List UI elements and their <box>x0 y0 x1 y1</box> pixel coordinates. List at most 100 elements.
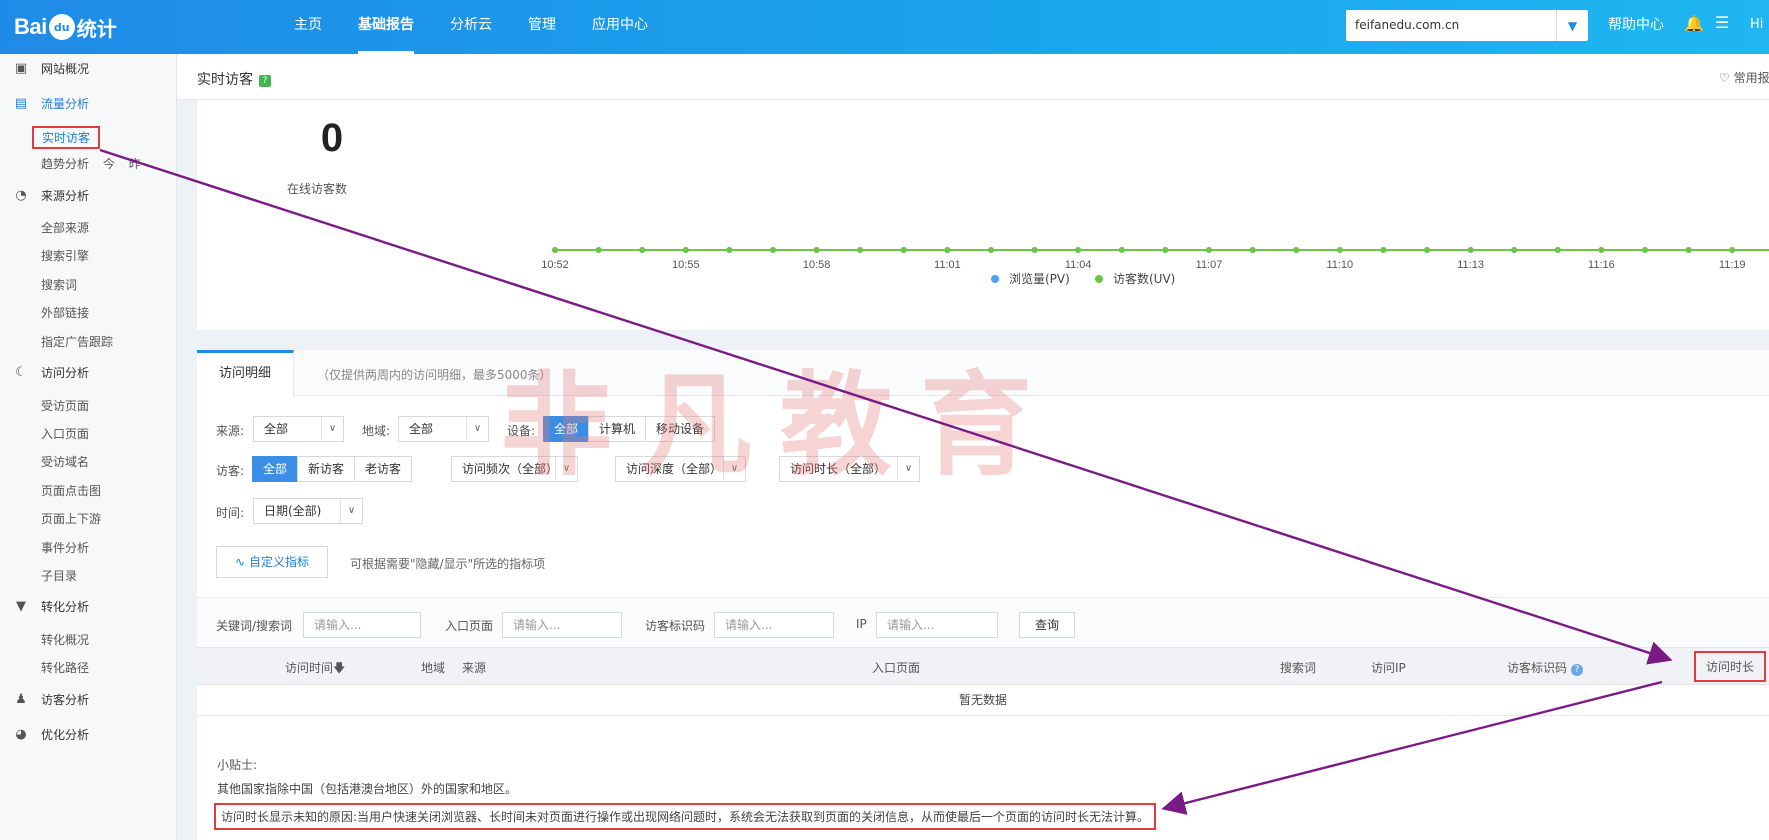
nav-basic-report[interactable]: 基础报告 <box>340 0 432 54</box>
baidu-tongji-logo[interactable]: Bai du 统计 <box>14 10 117 44</box>
sidebar-group-source[interactable]: ◔ 来源分析 <box>14 187 89 204</box>
nav-app-center[interactable]: 应用中心 <box>574 0 666 54</box>
legend-marker-1 <box>1095 275 1103 283</box>
sidebar-group-site-overview[interactable]: ▣ 网站概况 <box>14 60 89 77</box>
data-point-1 <box>1162 247 1169 253</box>
filter-depth-select[interactable]: 访问深度（全部） ∨ <box>615 456 746 482</box>
sidebar-item-conversion-overview[interactable]: 转化概况 <box>41 631 89 648</box>
chevron-down-icon[interactable]: ▼ <box>1556 10 1588 41</box>
sidebar-group-traffic[interactable]: ▤ 流量分析 <box>14 95 89 112</box>
select-value: 访问时长（全部） <box>790 462 887 476</box>
filter-source-label: 来源: <box>216 424 245 438</box>
col-label: 访问时间 <box>285 661 334 675</box>
sidebar-group-visit[interactable]: ☾ 访问分析 <box>14 364 89 381</box>
query-button[interactable]: 查询 <box>1019 612 1075 638</box>
filter-time-label: 时间: <box>216 506 245 520</box>
sidebar-item-page-flow[interactable]: 页面上下游 <box>41 510 101 527</box>
filter-time-select[interactable]: 日期(全部) ∨ <box>253 498 363 524</box>
sidebar-item-search-engine[interactable]: 搜索引擎 <box>41 247 89 264</box>
data-point-1 <box>552 247 558 253</box>
sidebar-item-conversion-path[interactable]: 转化路径 <box>41 659 89 676</box>
page-header: 实时访客? ♡ 常用报 <box>177 54 1769 100</box>
data-point-1 <box>988 247 994 253</box>
sidebar-item-search-terms[interactable]: 搜索词 <box>41 276 77 293</box>
x-tick-label: 11:13 <box>1457 259 1484 271</box>
filter-frequency-select[interactable]: 访问频次（全部） ∨ <box>451 456 578 482</box>
sidebar-group-optimize[interactable]: ◕ 优化分析 <box>14 726 89 743</box>
funnel-icon: ▼ <box>16 599 26 614</box>
visitor-new-button[interactable]: 新访客 <box>297 456 356 482</box>
nav-home[interactable]: 主页 <box>276 0 340 54</box>
filter-duration-select[interactable]: 访问时长（全部） ∨ <box>779 456 920 482</box>
sidebar-item-click-map[interactable]: 页面点击图 <box>41 482 101 499</box>
data-point-1 <box>770 247 776 253</box>
bell-icon[interactable]: 🔔 <box>1684 14 1704 33</box>
filter-region-select[interactable]: 全部 ∨ <box>398 416 489 442</box>
sidebar-item-entry-pages[interactable]: 入口页面 <box>41 425 89 442</box>
page-title-text: 实时访客 <box>197 72 253 88</box>
visitor-id-input[interactable]: 请输入... <box>714 612 834 638</box>
data-point-1 <box>857 247 864 253</box>
device-all-button[interactable]: 全部 <box>543 416 590 442</box>
search-bar: 关键词/搜索词 请输入... 入口页面 请输入... 访客标识码 请输入... … <box>197 597 1769 647</box>
trend-today-link[interactable]: 今 <box>103 157 115 171</box>
sidebar-item-subdirectory[interactable]: 子目录 <box>41 567 77 584</box>
select-value: 日期(全部) <box>264 504 322 518</box>
data-point-1 <box>1380 247 1387 253</box>
ip-input[interactable]: 请输入... <box>876 612 998 638</box>
sidebar-item-ad-tracking[interactable]: 指定广告跟踪 <box>41 333 113 350</box>
keyword-label: 关键词/搜索词 <box>216 619 293 633</box>
online-visitor-count: 0 <box>320 116 344 160</box>
paw-icon: du <box>48 14 75 40</box>
list-icon[interactable]: ☰ <box>1715 13 1729 32</box>
sidebar-group-visitor[interactable]: ♟ 访客分析 <box>14 691 89 708</box>
user-greeting[interactable]: Hi <box>1750 0 1763 50</box>
data-point-1 <box>1554 247 1561 253</box>
data-point-1 <box>1424 247 1430 253</box>
device-mobile-button[interactable]: 移动设备 <box>645 416 716 442</box>
chevron-down-icon: ∨ <box>897 457 919 481</box>
help-center-link[interactable]: 帮助中心 <box>1608 0 1664 50</box>
data-point-1 <box>1642 247 1648 253</box>
favorite-report-link[interactable]: ♡ 常用报 <box>1719 69 1769 86</box>
sidebar-item-external-links[interactable]: 外部链接 <box>41 304 89 321</box>
col-region: 地域 <box>421 661 446 675</box>
tab-visit-detail[interactable]: 访问明细 <box>197 350 294 397</box>
select-value: 访问深度（全部） <box>626 462 723 476</box>
col-visit-duration[interactable]: 访问时长 <box>1694 651 1767 682</box>
entry-page-input[interactable]: 请输入... <box>502 612 622 638</box>
x-tick-label: 11:19 <box>1719 259 1746 271</box>
sidebar-group-label: 访客分析 <box>41 693 90 707</box>
site-select[interactable]: feifanedu.com.cn ▼ <box>1346 10 1588 41</box>
trend-yesterday-link[interactable]: 昨 <box>129 157 141 171</box>
help-badge-icon[interactable]: ? <box>259 75 271 87</box>
tips-line-region: 其他国家指除中国（包括港澳台地区）外的国家和地区。 <box>217 782 518 796</box>
sidebar-item-all-sources[interactable]: 全部来源 <box>41 219 89 236</box>
visit-detail-panel: 访问明细 （仅提供两周内的访问明细，最多5000条） 来源: 全部 ∨ 地域: 全… <box>197 350 1769 840</box>
sidebar-item-realtime[interactable]: 实时访客 <box>32 126 101 149</box>
keyword-input[interactable]: 请输入... <box>303 612 421 638</box>
sidebar-item-visited-domains[interactable]: 受访域名 <box>41 453 89 470</box>
chevron-down-icon: ∨ <box>555 457 577 481</box>
custom-metrics-note: 可根据需要"隐藏/显示"所选的指标项 <box>350 557 546 571</box>
filter-source-select[interactable]: 全部 ∨ <box>253 416 344 442</box>
chevron-down-icon: ∨ <box>723 457 745 481</box>
nav-analytics-cloud[interactable]: 分析云 <box>432 0 510 54</box>
question-icon[interactable]: ? <box>1571 664 1584 676</box>
custom-metrics-button[interactable]: ∿ 自定义指标 <box>216 546 328 578</box>
logo-cn-text: 统计 <box>76 16 117 41</box>
data-point-1 <box>1685 247 1692 253</box>
sidebar-item-events[interactable]: 事件分析 <box>41 539 89 556</box>
tab-note: （仅提供两周内的访问明细，最多5000条） <box>317 368 552 382</box>
col-visit-time[interactable]: 访问时间🡇 <box>285 659 345 680</box>
sidebar-group-conversion[interactable]: ▼ 转化分析 <box>14 598 89 615</box>
chevron-down-icon: ∨ <box>321 417 343 441</box>
visitor-returning-button[interactable]: 老访客 <box>354 456 413 482</box>
sidebar-item-trend[interactable]: 趋势分析 今 昨 <box>41 155 141 172</box>
nav-manage[interactable]: 管理 <box>510 0 574 54</box>
device-computer-button[interactable]: 计算机 <box>588 416 647 442</box>
sidebar-item-visited-pages[interactable]: 受访页面 <box>41 397 89 414</box>
sidebar-group-label: 流量分析 <box>41 97 90 111</box>
sidebar: ▣ 网站概况 ▤ 流量分析 实时访客 趋势分析 今 昨 ◔ 来源分析 全部来源 … <box>0 54 177 840</box>
visitor-all-button[interactable]: 全部 <box>252 456 299 482</box>
